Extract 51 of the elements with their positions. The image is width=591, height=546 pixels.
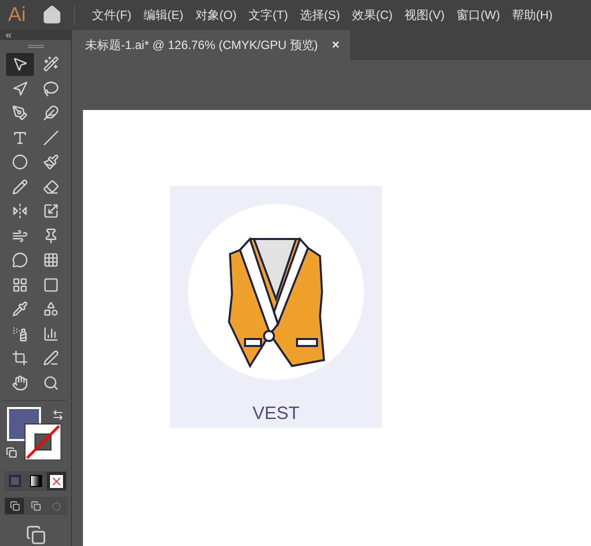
- document-tab[interactable]: 未标题-1.ai* @ 126.76% (CMYK/GPU 预览) ×: [75, 30, 350, 60]
- menu-item[interactable]: 文字(T): [244, 6, 293, 24]
- menu-item[interactable]: 窗口(W): [452, 6, 505, 24]
- none-mode-button[interactable]: [47, 472, 66, 490]
- artwork-label: VEST: [252, 402, 300, 425]
- menu-item[interactable]: 效果(C): [346, 6, 398, 24]
- draw-normal-button[interactable]: [5, 498, 24, 514]
- eyedropper-icon: [12, 301, 28, 318]
- ellipse-icon: [12, 154, 28, 170]
- lasso-icon: [43, 80, 60, 97]
- perspective-grid-icon: [43, 252, 60, 268]
- curvature-pen-icon: [43, 105, 60, 122]
- eraser-icon: [43, 178, 60, 195]
- draw-normal-icon: [10, 501, 20, 511]
- home-icon[interactable]: [42, 5, 62, 25]
- tab-title: 未标题-1.ai* @ 126.76% (CMYK/GPU 预览): [85, 37, 318, 54]
- graph-icon: [43, 326, 60, 342]
- pencil-icon: [12, 178, 28, 195]
- zoom-icon: [43, 374, 60, 391]
- menu-item[interactable]: 视图(V): [400, 6, 450, 24]
- mirror-icon: [12, 203, 28, 220]
- artboard-icon: [12, 350, 28, 366]
- menu-item[interactable]: 选择(S): [294, 6, 345, 24]
- menu-item[interactable]: 编辑(E): [138, 6, 188, 24]
- arrow-icon: [12, 80, 28, 97]
- menu-item[interactable]: 文件(F): [87, 6, 136, 24]
- hand-icon: [12, 374, 28, 391]
- select-arrow-icon: [12, 56, 28, 72]
- type-icon: [12, 130, 28, 146]
- app-logo: Ai: [8, 3, 27, 28]
- pin-icon: [43, 228, 60, 244]
- close-button[interactable]: ×: [332, 35, 340, 55]
- magic-wand-icon: [43, 56, 60, 72]
- scale-icon: [43, 203, 60, 220]
- fill-stroke-swatches[interactable]: [7, 407, 61, 460]
- line-icon: [43, 130, 60, 146]
- none-icon: [50, 474, 63, 488]
- blend-icon: [43, 301, 60, 318]
- draw-inside-icon: [52, 502, 61, 510]
- collapse-icon[interactable]: [4, 30, 13, 40]
- brush-icon: [43, 154, 60, 170]
- menu-item[interactable]: 对象(O): [190, 6, 242, 24]
- spray-icon: [12, 326, 28, 342]
- draw-behind-icon: [30, 501, 40, 511]
- default-colors-icon[interactable]: [6, 447, 17, 458]
- panel-grip[interactable]: [28, 44, 44, 48]
- swap-icon[interactable]: [52, 409, 64, 421]
- screen-mode-icon[interactable]: [26, 525, 46, 545]
- select-arrow-tool[interactable]: [6, 53, 34, 76]
- pen-icon: [12, 105, 28, 122]
- menu-item[interactable]: 帮助(H): [506, 6, 558, 24]
